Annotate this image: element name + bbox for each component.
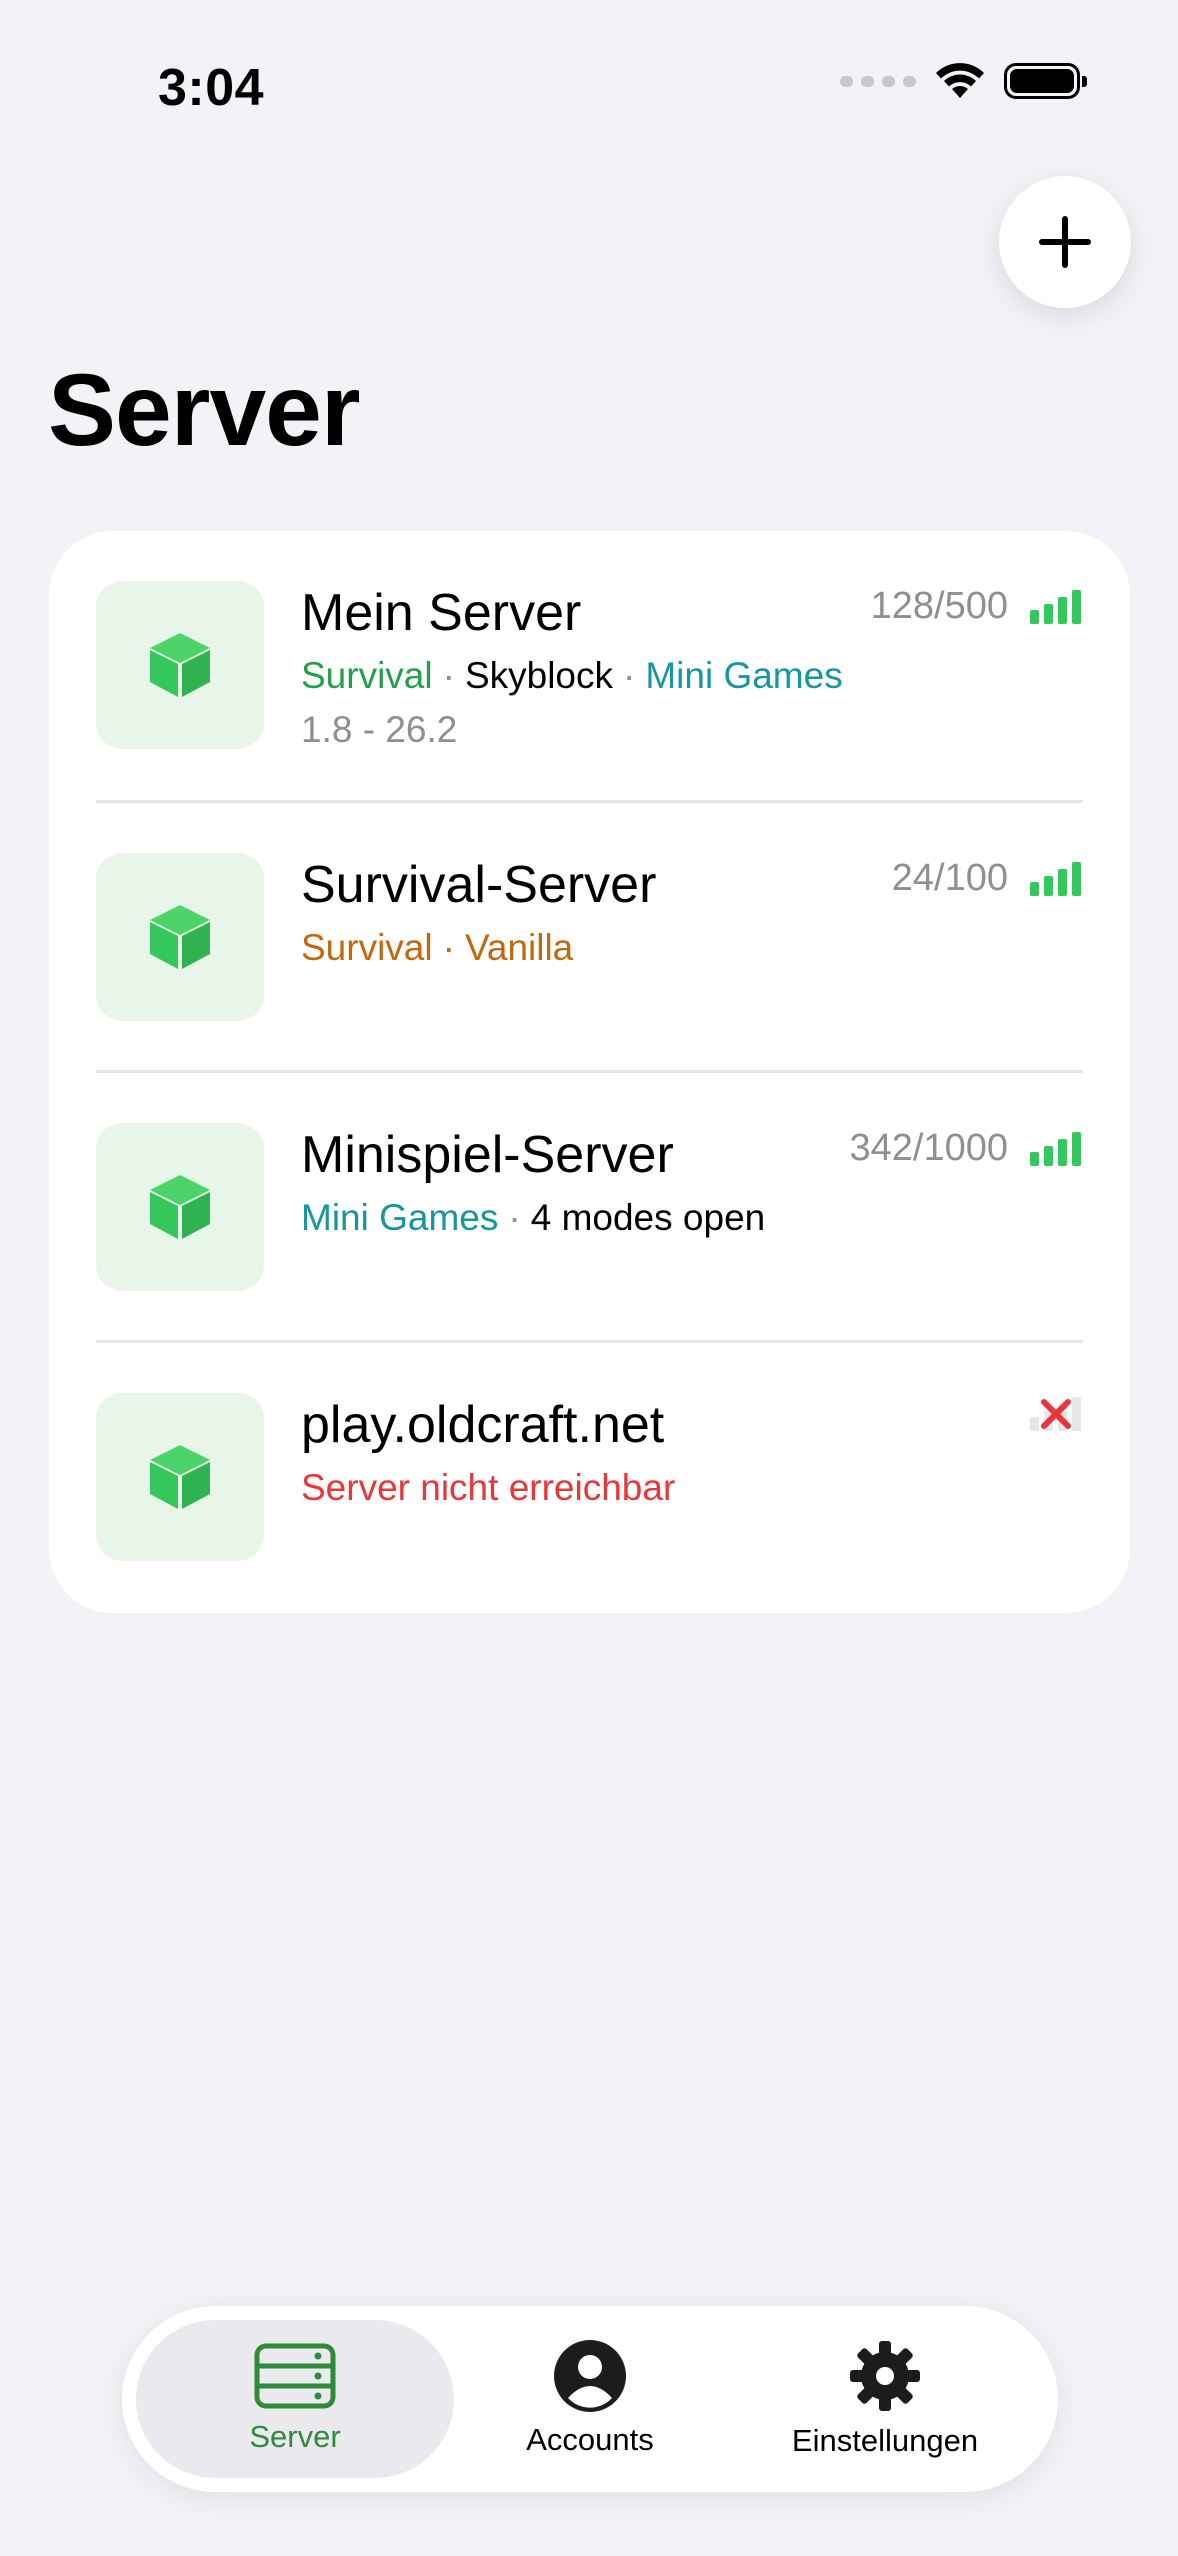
tag: Mini Games xyxy=(645,655,843,696)
no-connection-icon xyxy=(1030,1397,1081,1431)
cellular-signal-icon xyxy=(840,75,916,87)
tab-server[interactable]: Server xyxy=(136,2320,454,2478)
tag: Survival xyxy=(301,927,433,968)
gear-icon xyxy=(850,2341,920,2411)
server-row-oldcraft[interactable]: play.oldcraft.net Server nicht erreichba… xyxy=(49,1343,1130,1613)
cube-icon xyxy=(150,905,210,969)
server-thumbnail xyxy=(96,1123,264,1291)
tag: Survival xyxy=(301,655,433,696)
tab-label: Einstellungen xyxy=(791,2423,979,2458)
server-name: play.oldcraft.net xyxy=(301,1396,665,1454)
server-icon xyxy=(254,2343,336,2409)
player-count: 128/500 xyxy=(870,585,1008,627)
tab-einstellungen[interactable]: Einstellungen xyxy=(726,2320,1044,2478)
tab-label: Accounts xyxy=(526,2422,654,2457)
tag: Vanilla xyxy=(464,927,574,968)
server-row-survival-server[interactable]: Survival-Server 24/100 Survival · Vanilla xyxy=(49,803,1130,1073)
wifi-icon xyxy=(936,63,984,98)
page-title: Server xyxy=(48,353,361,467)
tab-bar: Server Accounts Einstellungen xyxy=(122,2306,1058,2492)
server-tags: Mini Games · 4 modes open xyxy=(301,1197,766,1238)
server-status xyxy=(1030,1397,1082,1431)
server-status: 342/1000 xyxy=(850,1127,1083,1170)
battery-icon xyxy=(1004,63,1087,99)
server-thumbnail xyxy=(96,1393,264,1561)
server-status: 24/100 xyxy=(892,857,1082,900)
server-list: Mein Server 128/500 Survival · Skyblock · Mi… xyxy=(49,531,1130,1613)
signal-bars-icon xyxy=(1030,861,1081,896)
server-tags: Survival · Skyblock · Mini Games xyxy=(301,655,843,696)
player-count: 24/100 xyxy=(891,857,1008,899)
server-status: 128/500 xyxy=(871,585,1082,628)
signal-bars-icon xyxy=(1030,1131,1081,1166)
cube-icon xyxy=(150,1175,210,1239)
player-count: 342/1000 xyxy=(849,1127,1009,1169)
tab-label: Server xyxy=(249,2419,341,2454)
status-time: 3:04 xyxy=(158,59,265,117)
cube-icon xyxy=(150,633,210,697)
server-thumbnail xyxy=(96,853,264,1021)
plus-icon xyxy=(1039,216,1091,268)
tag: Skyblock xyxy=(464,655,613,696)
server-name: Survival-Server xyxy=(301,856,657,914)
tag: Mini Games xyxy=(301,1197,499,1238)
tab-accounts[interactable]: Accounts xyxy=(431,2320,749,2478)
server-row-minispiel-server[interactable]: Minispiel-Server 342/1000 Mini Games · 4 m… xyxy=(49,1073,1130,1343)
add-server-button[interactable] xyxy=(999,176,1131,308)
signal-bars-icon xyxy=(1030,589,1081,624)
server-name: Minispiel-Server xyxy=(301,1126,674,1184)
status-icons xyxy=(840,62,1087,100)
server-version: 1.8 - 26.2 xyxy=(301,709,458,750)
cube-icon xyxy=(150,1445,210,1509)
server-name: Mein Server xyxy=(301,584,582,642)
server-error: Server nicht erreichbar xyxy=(301,1467,676,1508)
tag: 4 modes open xyxy=(530,1197,766,1238)
server-tags: Survival · Vanilla xyxy=(301,927,574,968)
person-icon xyxy=(554,2340,626,2412)
server-thumbnail xyxy=(96,581,264,749)
server-row-mein-server[interactable]: Mein Server 128/500 Survival · Skyblock · Mi… xyxy=(49,531,1130,801)
